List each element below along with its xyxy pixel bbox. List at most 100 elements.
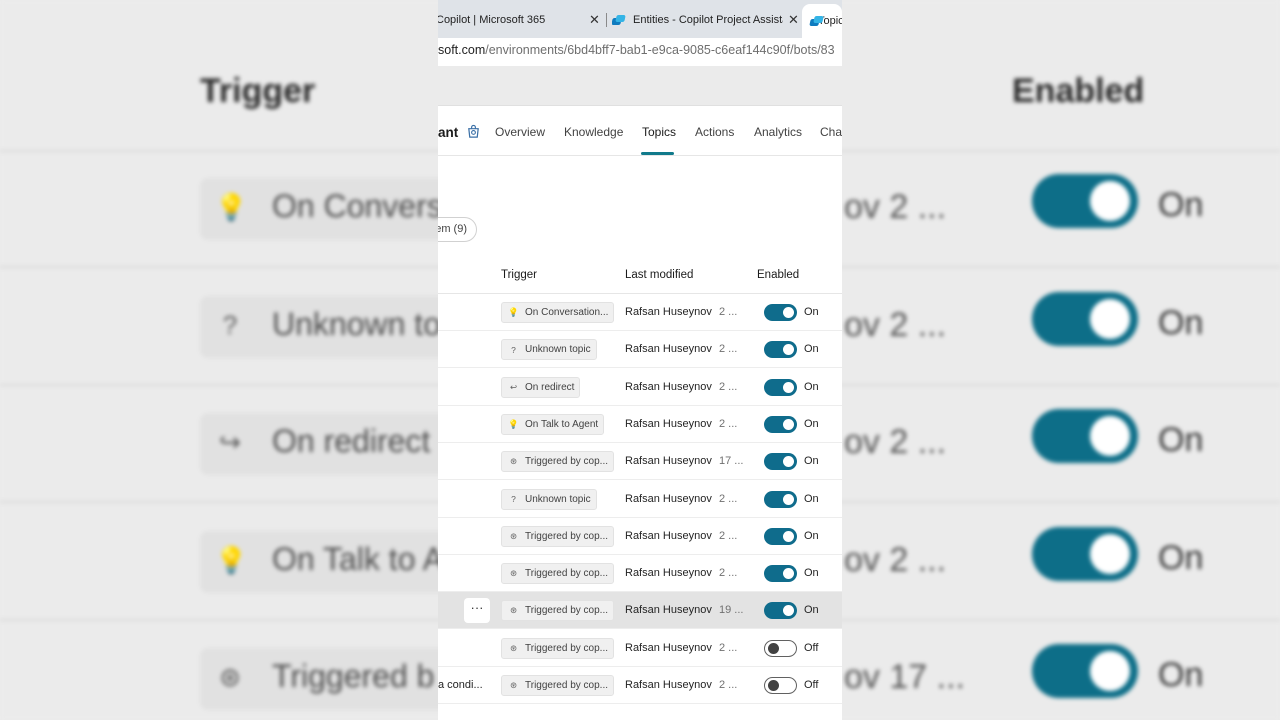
nav-actions[interactable]: Actions [695, 125, 734, 139]
modified-time: 2 ... [719, 343, 738, 356]
lightbulb-icon: 💡 [508, 307, 519, 317]
lightbulb-icon: 💡 [508, 418, 519, 429]
tab-copilot-m365[interactable]: Copilot | Microsoft 365 ✕ [438, 6, 604, 34]
table-row[interactable]: 💡 On Talk to Agent Rafsan Huseynov 2 ... On [438, 406, 842, 443]
trigger-chip: ⊛ Triggered by cop... [501, 451, 615, 473]
trigger-chip: ? Unknown topic [501, 488, 597, 510]
redirect-icon: ↪ [219, 427, 241, 457]
copilot-icon: ⊛ [509, 530, 518, 541]
modified-by: Rafsan Huseynov [625, 604, 712, 617]
bg-enabled-header: Enabled [1012, 72, 1145, 110]
address-bar[interactable]: soft.com/environments/6bd4bff7-bab1-e9ca… [438, 38, 842, 66]
enabled-state: On [804, 343, 819, 356]
close-icon[interactable]: ✕ [785, 12, 799, 28]
tab-entities[interactable]: Entities - Copilot Project Assistant ✕ [612, 6, 802, 34]
trigger-label: Unknown topic [525, 493, 591, 505]
table-row[interactable]: 💡 On Conversation... Rafsan Huseynov 2 ... O… [438, 294, 842, 331]
table-row[interactable]: ? Unknown topic Rafsan Huseynov 2 ... On [438, 331, 842, 369]
table-row[interactable]: ··· ⊛ Triggered by cop... Rafsan Huseynov 19… [438, 592, 842, 630]
enabled-state: On [804, 604, 819, 617]
modified-by: Rafsan Huseynov [625, 679, 712, 691]
enabled-toggle[interactable] [764, 527, 797, 545]
modified-time: 2 ... [719, 567, 738, 580]
enabled-toggle[interactable] [764, 639, 797, 657]
trigger-label: Triggered by cop... [525, 456, 609, 468]
table-row[interactable]: ⊛ Triggered by cop... Rafsan Huseynov 2 ...… [438, 555, 842, 593]
bg-modified: ov 17 ... [844, 658, 965, 696]
copilot-icon: ⊛ [509, 605, 518, 616]
more-options-button[interactable]: ··· [464, 598, 490, 624]
bg-modified: ov 2 ... [844, 540, 947, 579]
modified-by: Rafsan Huseynov [625, 417, 712, 430]
enabled-state: On [804, 492, 819, 505]
table-row[interactable]: ⊛ Triggered by cop... Rafsan Huseynov 17 ..… [438, 443, 842, 481]
modified-time: 2 ... [719, 306, 738, 318]
modified-by: Rafsan Huseynov [625, 641, 712, 654]
nav-channels[interactable]: Char [820, 125, 842, 139]
copilot-icon: ⊛ [219, 662, 241, 692]
nav-overview[interactable]: Overview [495, 125, 545, 139]
enabled-toggle[interactable] [764, 565, 797, 583]
col-last-modified[interactable]: Last modified [625, 269, 693, 281]
close-icon[interactable]: ✕ [589, 12, 600, 28]
enabled-state: Off [804, 679, 819, 691]
nav-analytics[interactable]: Analytics [754, 125, 802, 139]
bg-toggle [1032, 174, 1138, 228]
question-icon: ? [511, 344, 516, 355]
topic-name[interactable]: a condi... [438, 679, 483, 691]
tab-label: Entities - Copilot Project Assistant [633, 14, 783, 26]
modified-time: 19 ... [719, 604, 744, 617]
nav-knowledge[interactable]: Knowledge [564, 125, 623, 139]
modified-by: Rafsan Huseynov [625, 567, 712, 580]
enabled-toggle[interactable] [764, 304, 797, 321]
modified-by: Rafsan Huseynov [625, 306, 712, 318]
table-row[interactable]: ↩ On redirect Rafsan Huseynov 2 ... On [438, 369, 842, 406]
bg-toggle [1032, 644, 1138, 698]
bg-modified: ov 2 ... [844, 423, 947, 461]
nav-topics[interactable]: Topics [642, 125, 676, 139]
browser-window: Copilot | Microsoft 365 ✕ Entities - Cop… [438, 0, 842, 720]
bg-trigger: Unknown to [272, 305, 441, 342]
enabled-toggle[interactable] [764, 677, 797, 694]
trigger-chip: ⊛ Triggered by cop... [501, 600, 615, 622]
trigger-chip: 💡 On Conversation... [501, 302, 615, 323]
modified-by: Rafsan Huseynov [625, 455, 712, 468]
active-tab-indicator [641, 152, 674, 155]
enabled-state: On [804, 455, 819, 468]
table-row[interactable]: ⊛ Triggered by cop... Rafsan Huseynov 2 ...… [438, 518, 842, 555]
bg-trigger: Triggered b [272, 658, 435, 694]
bg-state: On [1158, 421, 1204, 459]
bg-toggle [1032, 526, 1138, 581]
bg-trigger: On Convers [272, 188, 443, 224]
agent-settings-icon[interactable] [466, 124, 481, 139]
bg-toggle [1032, 409, 1138, 463]
modified-time: 2 ... [719, 417, 738, 430]
bg-state: On [1158, 656, 1204, 694]
trigger-chip: 💡 On Talk to Agent [501, 413, 605, 435]
trigger-label: Triggered by cop... [525, 530, 609, 542]
tab-topics[interactable]: Topics [802, 4, 842, 38]
modified-time: 2 ... [719, 492, 738, 505]
enabled-toggle[interactable] [764, 453, 797, 471]
enabled-state: On [804, 529, 819, 542]
enabled-toggle[interactable] [764, 490, 797, 508]
table-row[interactable]: a condi... ⊛ Triggered by cop... Rafsan Hus… [438, 667, 842, 704]
modified-time: 2 ... [719, 641, 738, 654]
col-trigger[interactable]: Trigger [501, 269, 537, 281]
trigger-chip: ⊛ Triggered by cop... [501, 675, 615, 696]
enabled-toggle[interactable] [764, 415, 797, 433]
modified-by: Rafsan Huseynov [625, 492, 712, 505]
col-enabled[interactable]: Enabled [757, 269, 799, 281]
enabled-toggle[interactable] [764, 341, 797, 359]
url-path: /environments/6bd4bff7-bab1-e9ca-9085-c6… [485, 43, 835, 57]
bg-state: On [1158, 303, 1204, 342]
system-filter-pill[interactable]: em (9) [438, 217, 477, 242]
table-row[interactable]: ? Unknown topic Rafsan Huseynov 2 ... On [438, 481, 842, 518]
enabled-toggle[interactable] [764, 602, 797, 620]
copilot-icon: ⊛ [509, 456, 518, 467]
enabled-toggle[interactable] [764, 378, 797, 396]
trigger-label: On redirect [525, 381, 575, 393]
copilot-icon: ⊛ [509, 680, 518, 690]
agent-name: ant [438, 125, 459, 140]
table-row[interactable]: ⊛ Triggered by cop... Rafsan Huseynov 2 ...… [438, 630, 842, 667]
